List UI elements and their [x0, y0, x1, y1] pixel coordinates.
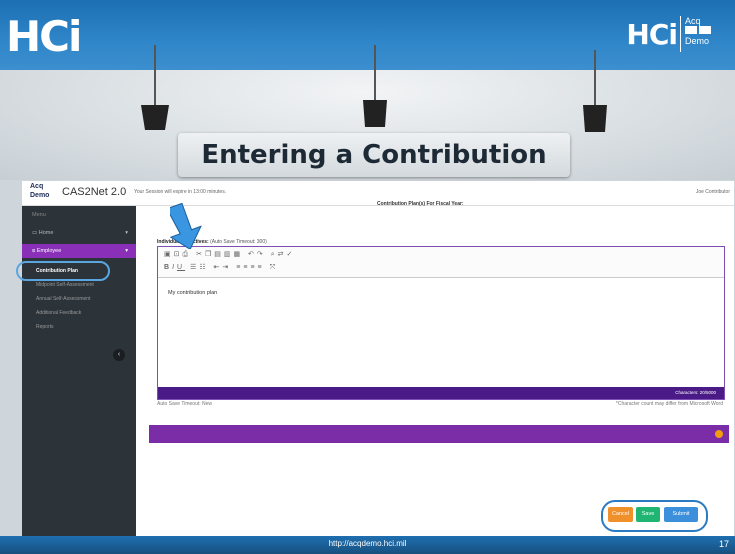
toolbar-row-1: ▣⊡⎙ ✂❐▤▥▦ ↶↷ ⌕⇄✓: [164, 250, 295, 259]
app-name: CAS2Net 2.0: [62, 186, 127, 198]
app-logo-line-2: Demo: [30, 192, 50, 199]
autosave-status: Auto Save Timeout: New: [157, 401, 213, 407]
acqdemo-logo: Acq Demo: [680, 16, 727, 52]
redo-icon[interactable]: ↷: [257, 251, 266, 258]
section-bar: [149, 425, 729, 443]
save-icon[interactable]: ▣: [164, 251, 174, 258]
slide: HCi HCi Acq Demo Entering a Contribution…: [0, 0, 735, 554]
spotlight-icon: [363, 45, 387, 127]
chevron-down-icon: ▾: [125, 248, 128, 254]
spotlight-icon: [583, 50, 607, 132]
cut-icon[interactable]: ✂: [196, 251, 205, 258]
page-number: 17: [718, 539, 729, 549]
toolbar-row-2: BIU ☰☷ ⇤⇥ ≡≡≡≡ ⤧: [164, 263, 278, 272]
acq-logo-line-2: Demo: [685, 36, 710, 46]
collapse-sidebar-button[interactable]: ‹: [113, 349, 125, 361]
bold-icon[interactable]: B: [164, 264, 172, 271]
acqdemo-app-logo: Acq Demo: [30, 183, 50, 199]
chevron-down-icon: ▾: [125, 230, 128, 236]
autosave-timeout: (Auto Save Timeout: 300): [210, 239, 267, 245]
indent-icon[interactable]: ⇥: [222, 264, 231, 271]
app-screenshot: Acq Demo CAS2Net 2.0 Your Session will e…: [16, 181, 734, 536]
hci-logo-right: HCi: [626, 18, 678, 51]
expand-icon[interactable]: [715, 430, 723, 438]
underline-icon[interactable]: U: [177, 264, 185, 271]
character-count-note: *Character count may differ from Microso…: [615, 401, 723, 407]
sidebar-item-employee[interactable]: ⍝ Employee ▾: [22, 244, 136, 258]
sidebar: Menu ▭ Home ▾ ⍝ Employee ▾ Contribution …: [22, 206, 136, 536]
acq-logo-line-1: Acq: [685, 16, 701, 26]
sidebar-item-label: Home: [38, 230, 54, 236]
sidebar-item-reports[interactable]: Reports: [22, 320, 136, 334]
sidebar-item-home[interactable]: ▭ Home ▾: [22, 226, 136, 240]
app-logo-line-1: Acq: [30, 183, 44, 190]
spellcheck-icon[interactable]: ✓: [287, 251, 296, 258]
preview-icon[interactable]: ⊡: [174, 251, 183, 258]
monitor-icon: ▭: [32, 230, 39, 236]
buttons-highlight-circle: [601, 500, 708, 532]
paste-word-icon[interactable]: ▦: [233, 251, 243, 258]
user-name[interactable]: Joe Contributor: [696, 189, 730, 195]
objectives-editor[interactable]: ▣⊡⎙ ✂❐▤▥▦ ↶↷ ⌕⇄✓ BIU ☰☷ ⇤⇥ ≡≡≡≡ ⤧ My con…: [157, 246, 725, 400]
menu-label: Menu: [32, 212, 46, 218]
bullet-list-icon[interactable]: ☷: [199, 264, 208, 271]
arrow-down-icon: [170, 203, 202, 249]
numbered-list-icon[interactable]: ☰: [190, 264, 199, 271]
contribution-plan-highlight-circle: [16, 261, 110, 281]
spotlight-icon: [141, 45, 169, 130]
sidebar-item-annual-self-assessment[interactable]: Annual Self-Assessment: [22, 292, 136, 306]
sidebar-item-additional-feedback[interactable]: Additional Feedback: [22, 306, 136, 320]
character-counter: Characters: 20/5000: [158, 387, 724, 399]
footer-url[interactable]: http://acqdemo.hci.mil: [0, 539, 735, 548]
align-right-icon[interactable]: ≡: [250, 264, 257, 271]
editor-text[interactable]: My contribution plan: [168, 290, 217, 296]
sidebar-item-label: Employee: [36, 248, 62, 254]
undo-icon[interactable]: ↶: [248, 251, 257, 258]
maximize-icon[interactable]: ⤧: [270, 264, 279, 271]
footer-bar: http://acqdemo.hci.mil 17: [0, 536, 735, 554]
paste-icon[interactable]: ▤: [214, 251, 224, 258]
copy-icon[interactable]: ❐: [205, 251, 214, 258]
print-icon[interactable]: ⎙: [183, 251, 192, 258]
hci-logo-left: HCi: [6, 12, 82, 61]
replace-icon[interactable]: ⇄: [278, 251, 287, 258]
justify-icon[interactable]: ≡: [258, 264, 265, 271]
plan-header: Contribution Plan(s) For Fiscal Year:: [377, 201, 464, 207]
session-timer: Your Session will expire in 13:00 minute…: [134, 189, 227, 195]
find-icon[interactable]: ⌕: [271, 251, 278, 258]
slide-title: Entering a Contribution Plan: [178, 133, 570, 214]
editor-toolbar: ▣⊡⎙ ✂❐▤▥▦ ↶↷ ⌕⇄✓ BIU ☰☷ ⇤⇥ ≡≡≡≡ ⤧: [158, 247, 724, 278]
